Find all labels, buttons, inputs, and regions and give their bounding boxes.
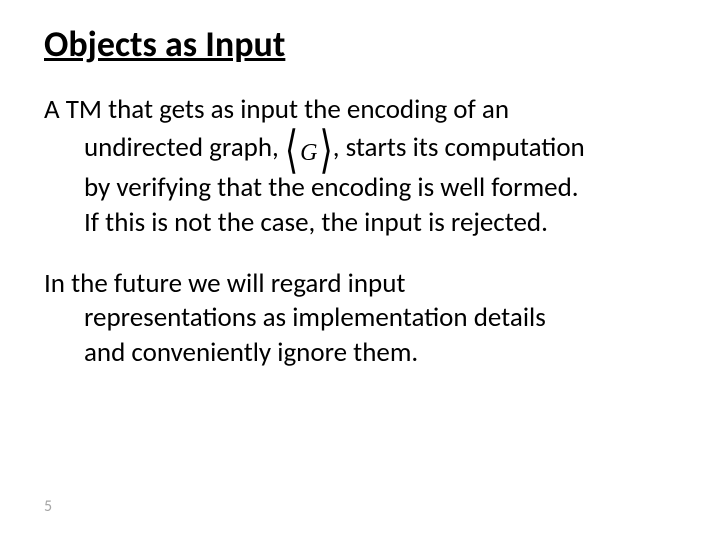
p2-line3: and conveniently ignore them. [44,336,676,371]
p2-line2: representations as implementation detail… [44,301,676,336]
p1-line2a: undirected graph, [84,131,279,164]
slide-title: Objects as Input [44,24,676,65]
p1-line4: If this is not the case, the input is re… [44,206,676,241]
left-angle-icon: ⟨ [285,119,298,184]
p1-line2: undirected graph, ⟨G⟩ , starts its compu… [44,128,676,172]
p1-line1: A TM that gets as input the encoding of … [44,93,676,128]
slide: Objects as Input A TM that gets as input… [0,0,720,540]
right-angle-icon: ⟩ [319,119,332,184]
encoding-variable: G [298,140,319,166]
paragraph-1: A TM that gets as input the encoding of … [44,93,676,240]
paragraph-2: In the future we will regard input repre… [44,267,676,371]
encoding-notation: ⟨G⟩ [285,128,333,172]
p1-line3: by verifying that the encoding is well f… [44,171,676,206]
page-number: 5 [44,497,52,516]
p2-line1: In the future we will regard input [44,267,676,302]
p1-line2b: , starts its computation [333,131,585,164]
